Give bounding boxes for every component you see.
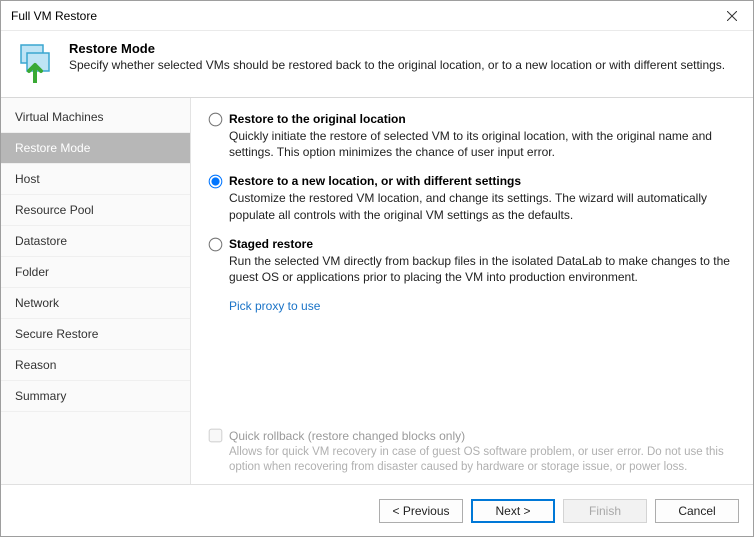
radio-new[interactable] (209, 175, 223, 189)
option-desc: Run the selected VM directly from backup… (229, 253, 735, 285)
radio-original[interactable] (209, 113, 223, 127)
header-title: Restore Mode (69, 41, 725, 56)
sidebar-item-secure-restore[interactable]: Secure Restore (1, 319, 190, 350)
cancel-button[interactable]: Cancel (655, 499, 739, 523)
option-staged: Staged restore Run the selected VM direct… (209, 237, 735, 285)
pick-proxy-link[interactable]: Pick proxy to use (229, 299, 320, 313)
button-row: < Previous Next > Finish Cancel (1, 484, 753, 536)
sidebar-item-label: Reason (15, 358, 56, 372)
quick-rollback-label: Quick rollback (restore changed blocks o… (229, 429, 735, 443)
sidebar-item-label: Network (15, 296, 59, 310)
body: Virtual Machines Restore Mode Host Resource… (1, 97, 753, 484)
option-list: Restore to the original location Quickly … (209, 112, 735, 421)
radio-staged[interactable] (209, 237, 223, 251)
header: Restore Mode Specify whether selected VM… (1, 31, 753, 97)
sidebar-item-host[interactable]: Host (1, 164, 190, 195)
sidebar-item-label: Datastore (15, 234, 67, 248)
sidebar-item-summary[interactable]: Summary (1, 381, 190, 412)
wizard-window: Full VM Restore Restore Mode Specify whe… (0, 0, 754, 537)
sidebar: Virtual Machines Restore Mode Host Resource… (1, 98, 191, 484)
restore-icon (15, 41, 57, 83)
finish-button: Finish (563, 499, 647, 523)
sidebar-item-label: Resource Pool (15, 203, 94, 217)
sidebar-item-resource-pool[interactable]: Resource Pool (1, 195, 190, 226)
sidebar-item-reason[interactable]: Reason (1, 350, 190, 381)
sidebar-item-folder[interactable]: Folder (1, 257, 190, 288)
sidebar-item-label: Summary (15, 389, 66, 403)
sidebar-item-label: Virtual Machines (15, 110, 104, 124)
header-subtitle: Specify whether selected VMs should be r… (69, 58, 725, 72)
quick-rollback-desc: Allows for quick VM recovery in case of … (229, 445, 735, 476)
option-new: Restore to a new location, or with diffe… (209, 174, 735, 222)
sidebar-item-label: Secure Restore (15, 327, 98, 341)
option-desc: Quickly initiate the restore of selected… (229, 128, 735, 160)
option-title: Staged restore (229, 237, 735, 251)
quick-rollback-row: Quick rollback (restore changed blocks o… (209, 421, 735, 476)
sidebar-item-restore-mode[interactable]: Restore Mode (1, 133, 190, 164)
sidebar-item-network[interactable]: Network (1, 288, 190, 319)
close-button[interactable] (711, 1, 753, 31)
sidebar-item-virtual-machines[interactable]: Virtual Machines (1, 102, 190, 133)
close-icon (727, 11, 737, 21)
option-original: Restore to the original location Quickly … (209, 112, 735, 160)
option-desc: Customize the restored VM location, and … (229, 190, 735, 222)
option-title: Restore to the original location (229, 112, 735, 126)
titlebar: Full VM Restore (1, 1, 753, 31)
header-text: Restore Mode Specify whether selected VM… (69, 41, 725, 72)
sidebar-item-label: Folder (15, 265, 49, 279)
sidebar-item-datastore[interactable]: Datastore (1, 226, 190, 257)
window-title: Full VM Restore (11, 9, 711, 23)
sidebar-item-label: Host (15, 172, 40, 186)
content: Restore to the original location Quickly … (191, 98, 753, 484)
previous-button[interactable]: < Previous (379, 499, 463, 523)
proxy-link-row: Pick proxy to use (229, 299, 735, 313)
option-title: Restore to a new location, or with diffe… (229, 174, 735, 188)
quick-rollback-checkbox (209, 429, 223, 443)
sidebar-item-label: Restore Mode (15, 141, 90, 155)
next-button[interactable]: Next > (471, 499, 555, 523)
